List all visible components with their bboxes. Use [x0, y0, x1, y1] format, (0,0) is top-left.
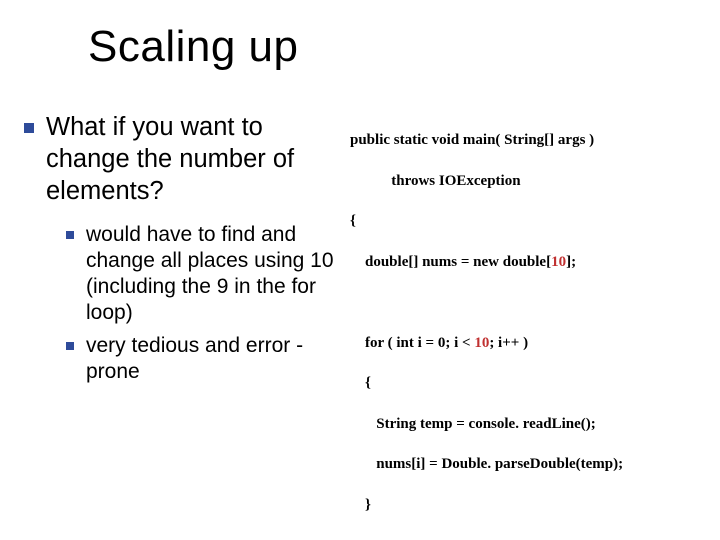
slide-title: Scaling up — [88, 22, 298, 72]
bullet-main: What if you want to change the number of… — [20, 112, 340, 385]
code-column: public static void main( String[] args )… — [340, 110, 710, 520]
code-line: { — [350, 211, 710, 231]
slide: Scaling up What if you want to change th… — [0, 0, 720, 540]
slide-content: What if you want to change the number of… — [20, 110, 710, 520]
bullet-sub-1: would have to find and change all places… — [64, 222, 340, 327]
code-line: for ( int i = 0; i < 10; i++ ) — [350, 333, 710, 353]
code-line: nums[i] = Double. parseDouble(temp); — [350, 454, 710, 474]
code-frag: for ( int i = 0; i < — [350, 335, 474, 351]
bullet-column: What if you want to change the number of… — [20, 110, 340, 520]
code-line: double[] nums = new double[10]; — [350, 252, 710, 272]
bullet-main-text: What if you want to change the number of… — [46, 113, 294, 205]
code-line: } — [350, 495, 710, 515]
code-literal-10: 10 — [551, 254, 566, 270]
code-frag: double[] nums = new double[ — [350, 254, 551, 270]
code-line: public static void main( String[] args ) — [350, 130, 710, 150]
code-line: String temp = console. readLine(); — [350, 414, 710, 434]
bullet-list-level1: What if you want to change the number of… — [20, 112, 340, 385]
code-literal-10: 10 — [474, 335, 489, 351]
code-line: { — [350, 373, 710, 393]
bullet-list-level2: would have to find and change all places… — [64, 222, 340, 386]
bullet-sub-2: very tedious and error -prone — [64, 333, 340, 386]
code-blank — [350, 535, 710, 540]
code-frag: ; i++ ) — [489, 335, 528, 351]
code-line: throws IOException — [350, 171, 710, 191]
code-frag: ]; — [566, 254, 576, 270]
code-blank — [350, 292, 710, 312]
